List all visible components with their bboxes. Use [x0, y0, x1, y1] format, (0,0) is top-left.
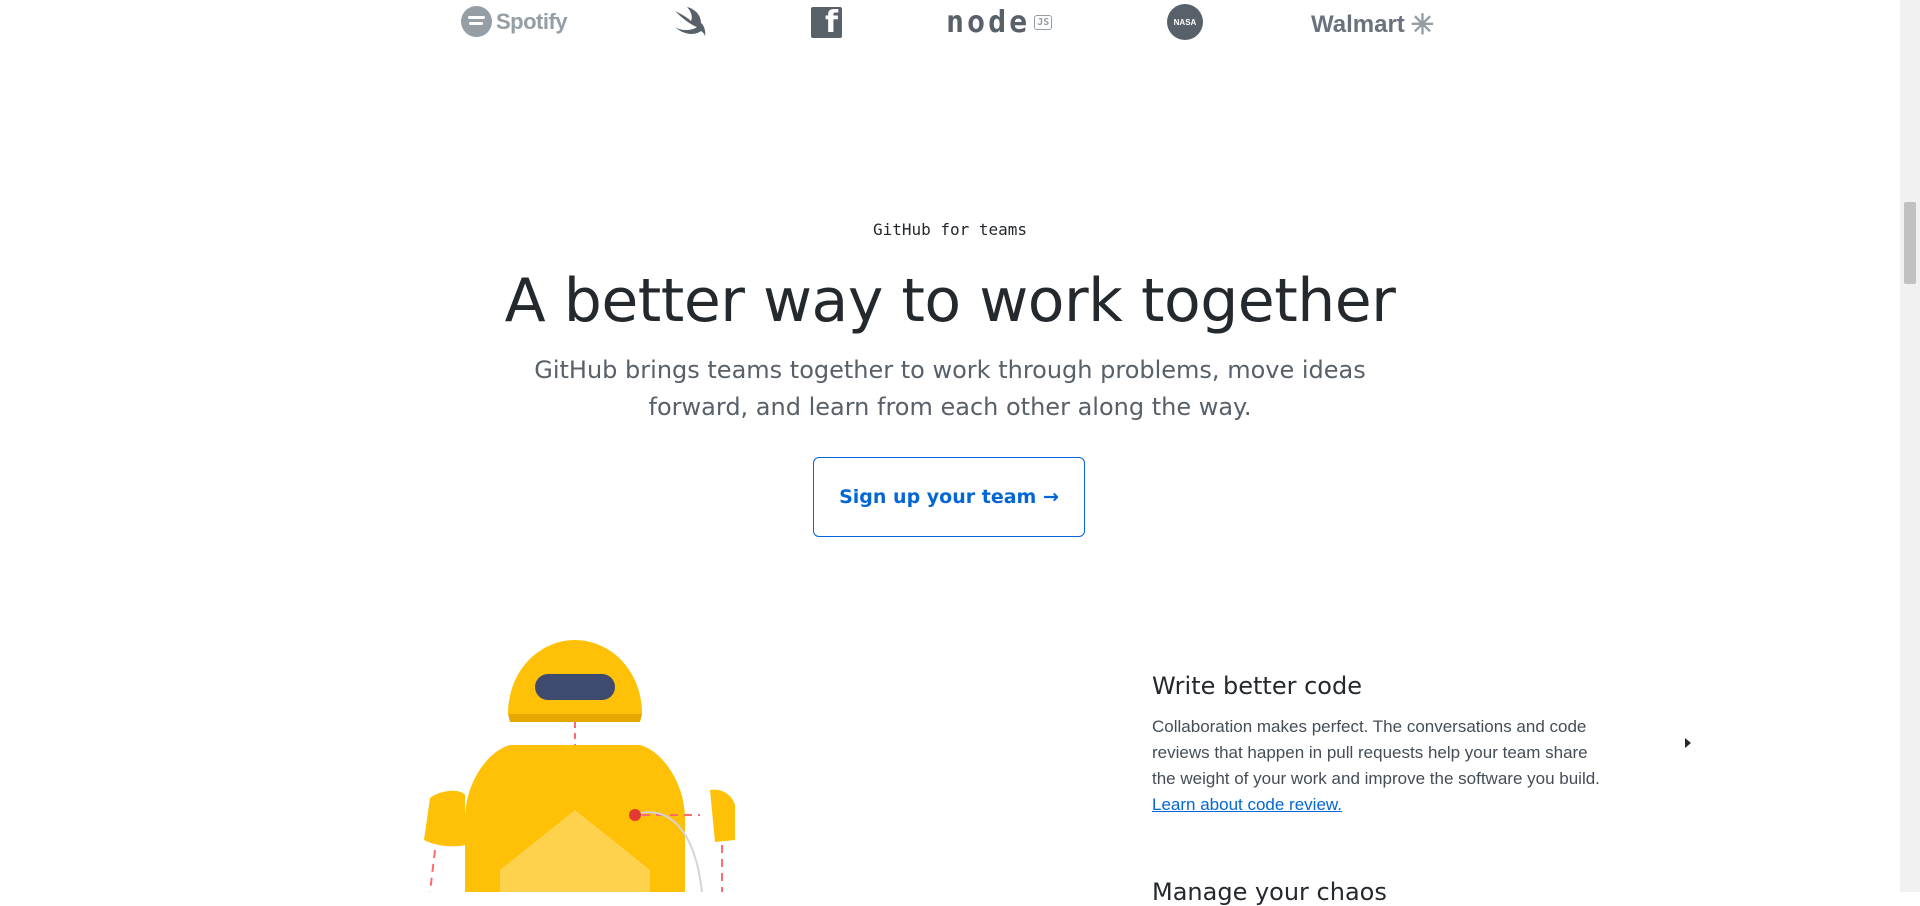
feature-title-next: Manage your chaos: [1152, 878, 1387, 906]
nodejs-logo: node JS: [946, 5, 1053, 40]
facebook-logo: f: [811, 5, 842, 40]
walmart-wordmark: Walmart: [1311, 10, 1405, 38]
walmart-logo: Walmart ✳: [1311, 8, 1434, 41]
nasa-logo: NASA: [1167, 4, 1203, 40]
scrollbar-thumb[interactable]: [1904, 202, 1916, 284]
js-badge-icon: JS: [1034, 15, 1053, 30]
section-headline: A better way to work together: [504, 266, 1396, 336]
feature-write-better-code: Write better code Collaboration makes pe…: [1152, 672, 1607, 818]
sign-up-team-button[interactable]: Sign up your team →: [813, 457, 1085, 537]
section-eyebrow: GitHub for teams: [872, 220, 1028, 239]
facebook-icon: f: [824, 5, 838, 40]
swift-logo: [671, 5, 707, 41]
caret-right-icon[interactable]: [1685, 738, 1691, 748]
robot-illustration-icon: [424, 640, 735, 892]
section-subhead: GitHub brings teams together to work thr…: [534, 356, 1366, 421]
spotify-wordmark: Spotify: [496, 8, 568, 34]
page-scrollbar[interactable]: [1900, 0, 1920, 892]
nasa-icon: NASA: [1173, 17, 1197, 27]
feature-body: Collaboration makes perfect. The convers…: [1152, 714, 1607, 818]
spotify-icon: [461, 6, 492, 37]
feature-title: Write better code: [1152, 672, 1362, 700]
customer-logos: Spotify f node JS NASA Walmart ✳: [0, 0, 1900, 50]
learn-code-review-link[interactable]: Learn about code review.: [1152, 795, 1342, 814]
swift-icon: [675, 7, 706, 37]
feature-text: Collaboration makes perfect. The convers…: [1152, 717, 1600, 788]
nodejs-wordmark: node: [946, 5, 1031, 40]
spark-icon: ✳: [1410, 9, 1435, 40]
spotify-logo: Spotify: [461, 6, 568, 37]
